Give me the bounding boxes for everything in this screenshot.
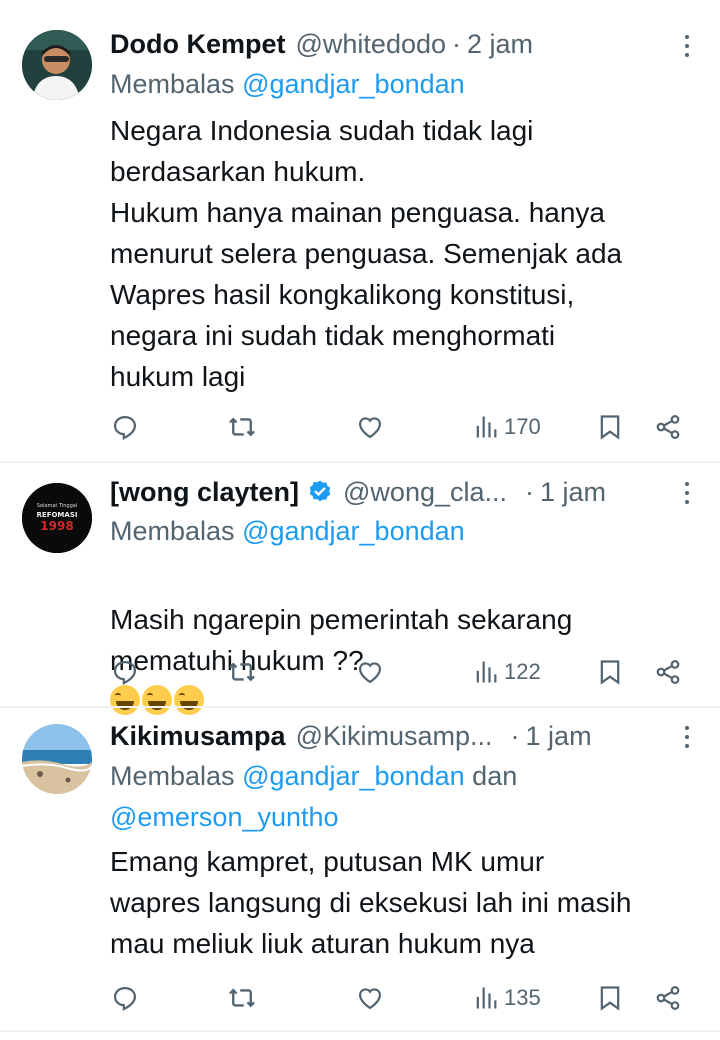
- reply-button[interactable]: [111, 407, 139, 447]
- tweet-actions: 135: [0, 978, 720, 1018]
- reply-icon: [113, 986, 137, 1011]
- replying-to: Membalas @gandjar_bondan: [110, 64, 700, 105]
- views-chart-icon: [476, 661, 497, 683]
- tweet-3[interactable]: Kikimusampa @Kikimusamp... · 1 jam Memba…: [0, 708, 720, 1038]
- share-icon: [656, 986, 680, 1010]
- reply-button[interactable]: [111, 978, 139, 1018]
- reply-mention[interactable]: @gandjar_bondan: [242, 516, 465, 546]
- reply-button[interactable]: [111, 652, 139, 692]
- heart-icon: [358, 417, 382, 439]
- views-count: 135: [504, 985, 541, 1010]
- avatar-caption: Selamat Tinggal: [36, 503, 78, 509]
- like-button[interactable]: [356, 652, 384, 692]
- views-button[interactable]: 135: [472, 978, 541, 1018]
- views-chart-icon: [476, 987, 497, 1009]
- reply-mention[interactable]: @gandjar_bondan: [242, 69, 465, 99]
- avatar[interactable]: [22, 30, 92, 100]
- beach-photo-icon: [22, 724, 92, 794]
- heart-icon: [358, 662, 382, 684]
- views-count: 122: [504, 659, 541, 684]
- more-dot-icon: [685, 491, 689, 495]
- display-name[interactable]: Kikimusampa: [110, 721, 286, 752]
- repost-icon: [229, 417, 255, 437]
- separator-dot: ·: [510, 720, 520, 751]
- share-button[interactable]: [654, 652, 682, 692]
- tweet-actions: 122: [0, 652, 720, 692]
- more-options-button[interactable]: [672, 717, 702, 757]
- more-dot-icon: [685, 35, 689, 39]
- avatar-caption: 1998: [40, 519, 74, 533]
- tweet-text: Negara Indonesia sudah tidak lagi berdas…: [110, 115, 623, 392]
- display-name[interactable]: Dodo Kempet: [110, 29, 286, 60]
- more-dot-icon: [685, 500, 689, 504]
- replying-to: Membalas @gandjar_bondan dan @emerson_yu…: [110, 756, 700, 838]
- views-button[interactable]: 170: [472, 407, 541, 447]
- tweet-1[interactable]: Dodo Kempet @whitedodo · 2 jam Membalas …: [0, 0, 720, 462]
- bookmark-button[interactable]: [596, 978, 624, 1018]
- bookmark-icon: [600, 415, 620, 440]
- verified-badge-icon: [307, 479, 333, 505]
- tweet-header: [wong clayten] @wong_cla... · 1 jam: [110, 472, 690, 512]
- like-button[interactable]: [356, 407, 384, 447]
- repost-button[interactable]: [228, 652, 256, 692]
- share-icon: [656, 660, 680, 684]
- separator-dot: ·: [525, 476, 535, 507]
- reply-prefix: Membalas: [110, 761, 235, 791]
- tweet-text: Emang kampret, putusan MK umur wapres la…: [110, 846, 632, 959]
- more-options-button[interactable]: [672, 473, 702, 513]
- avatar[interactable]: [22, 724, 92, 794]
- reply-prefix: Membalas: [110, 516, 235, 546]
- bookmark-icon: [600, 660, 620, 685]
- display-name[interactable]: [wong clayten]: [110, 477, 299, 508]
- tweet-2[interactable]: Selamat Tinggal REFOMASI 1998 [wong clay…: [0, 463, 720, 715]
- repost-button[interactable]: [228, 978, 256, 1018]
- more-dot-icon: [685, 482, 689, 486]
- share-button[interactable]: [654, 407, 682, 447]
- views-count: 170: [504, 414, 541, 439]
- person-photo-icon: [22, 30, 92, 100]
- reply-icon: [113, 415, 137, 440]
- bookmark-button[interactable]: [596, 652, 624, 692]
- repost-icon: [229, 988, 255, 1008]
- user-handle[interactable]: @wong_cla...: [343, 477, 507, 508]
- reply-mention[interactable]: @gandjar_bondan: [242, 761, 465, 791]
- more-options-button[interactable]: [672, 26, 702, 66]
- repost-button[interactable]: [228, 407, 256, 447]
- more-dot-icon: [685, 44, 689, 48]
- reply-icon: [113, 660, 137, 685]
- replying-to: Membalas @gandjar_bondan: [110, 511, 700, 552]
- views-button[interactable]: 122: [472, 652, 541, 692]
- share-button[interactable]: [654, 978, 682, 1018]
- avatar[interactable]: Selamat Tinggal REFOMASI 1998: [22, 483, 92, 553]
- more-dot-icon: [685, 735, 689, 739]
- share-icon: [656, 415, 680, 439]
- bookmark-button[interactable]: [596, 407, 624, 447]
- timestamp[interactable]: 1 jam: [526, 721, 592, 752]
- reply-mention[interactable]: @emerson_yuntho: [110, 802, 339, 832]
- like-button[interactable]: [356, 978, 384, 1018]
- reply-prefix: Membalas: [110, 69, 235, 99]
- tweet-header: Kikimusampa @Kikimusamp... · 1 jam: [110, 716, 690, 756]
- tweet-text: Masih ngarepin pemerintah sekarang memat…: [110, 558, 700, 722]
- separator-dot: ·: [452, 28, 462, 59]
- user-handle[interactable]: @Kikimusamp...: [296, 721, 493, 752]
- more-dot-icon: [685, 53, 689, 57]
- views-chart-icon: [476, 416, 497, 438]
- repost-icon: [229, 662, 255, 682]
- timestamp[interactable]: 2 jam: [467, 29, 533, 60]
- timestamp[interactable]: 1 jam: [540, 477, 606, 508]
- user-handle[interactable]: @whitedodo: [296, 29, 447, 60]
- tweet-divider: [0, 1030, 720, 1032]
- more-dot-icon: [685, 726, 689, 730]
- tweet-header: Dodo Kempet @whitedodo · 2 jam: [110, 24, 690, 64]
- tweet-actions: 170: [0, 407, 720, 447]
- more-dot-icon: [685, 744, 689, 748]
- bookmark-icon: [600, 986, 620, 1011]
- reply-and: dan: [472, 761, 518, 791]
- heart-icon: [358, 988, 382, 1010]
- avatar-caption: REFOMASI: [36, 511, 78, 519]
